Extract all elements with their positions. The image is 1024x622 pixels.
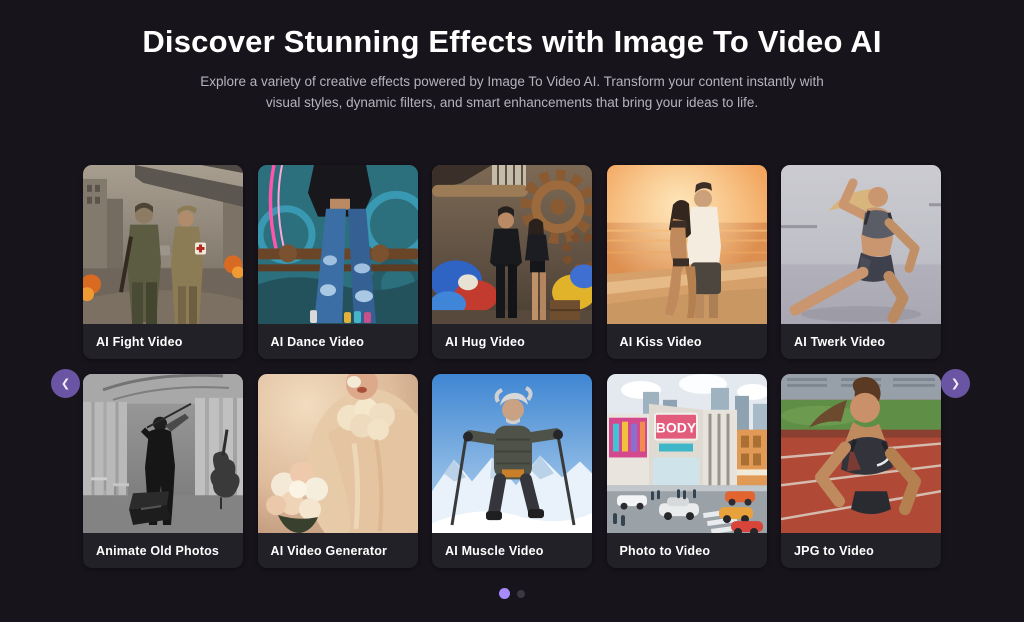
effect-thumbnail [258,165,418,324]
card-ai-muscle-video[interactable]: AI Muscle Video [432,374,592,568]
ai-twerk-scene-image [781,165,941,324]
video-generator-scene-image [258,374,418,533]
carousel-pagination [0,588,1024,599]
effects-grid: AI Fight Video [83,165,941,568]
effect-thumbnail: BODY [607,374,767,533]
card-ai-twerk-video[interactable]: AI Twerk Video [781,165,941,359]
old-photo-scene-image [83,374,243,533]
ai-muscle-scene-image [432,374,592,533]
effect-card-label: AI Fight Video [83,324,243,359]
effect-card-label: AI Twerk Video [781,324,941,359]
chevron-right-icon: ❯ [951,378,960,389]
card-ai-fight-video[interactable]: AI Fight Video [83,165,243,359]
effect-card-label: JPG to Video [781,533,941,568]
subtitle-line-1: Explore a variety of creative effects po… [0,71,1024,92]
effect-card-label: AI Dance Video [258,324,418,359]
card-ai-dance-video[interactable]: AI Dance Video [258,165,418,359]
body-sign-text: BODY [655,420,696,436]
effect-thumbnail [432,165,592,324]
page: Discover Stunning Effects with Image To … [0,0,1024,622]
jpg-to-video-scene-image [781,374,941,533]
effect-thumbnail [781,165,941,324]
card-ai-kiss-video[interactable]: AI Kiss Video [607,165,767,359]
effect-card-label: Photo to Video [607,533,767,568]
effect-card-label: AI Video Generator [258,533,418,568]
effect-card-label: AI Hug Video [432,324,592,359]
ai-dance-scene-image [258,165,418,324]
pagination-dot-active[interactable] [499,588,510,599]
card-ai-video-generator[interactable]: AI Video Generator [258,374,418,568]
page-title: Discover Stunning Effects with Image To … [0,0,1024,60]
card-animate-old-photos[interactable]: Animate Old Photos [83,374,243,568]
effect-thumbnail [607,165,767,324]
subtitle-line-2: visual styles, dynamic filters, and smar… [0,92,1024,113]
page-subtitle: Explore a variety of creative effects po… [0,71,1024,113]
ai-hug-scene-image [432,165,592,324]
effect-card-label: Animate Old Photos [83,533,243,568]
effect-card-label: AI Muscle Video [432,533,592,568]
card-jpg-to-video[interactable]: JPG to Video [781,374,941,568]
effect-thumbnail [83,374,243,533]
effect-thumbnail [258,374,418,533]
ai-kiss-scene-image [607,165,767,324]
effect-thumbnail [432,374,592,533]
photo-to-video-scene-image: BODY [607,374,767,533]
effect-thumbnail [83,165,243,324]
ai-fight-scene-image [83,165,243,324]
carousel-prev-button[interactable]: ❮ [51,369,80,398]
pagination-dot[interactable] [517,590,525,598]
card-ai-hug-video[interactable]: AI Hug Video [432,165,592,359]
effect-thumbnail [781,374,941,533]
card-photo-to-video[interactable]: BODY [607,374,767,568]
chevron-left-icon: ❮ [61,378,70,389]
carousel-next-button[interactable]: ❯ [941,369,970,398]
effect-card-label: AI Kiss Video [607,324,767,359]
